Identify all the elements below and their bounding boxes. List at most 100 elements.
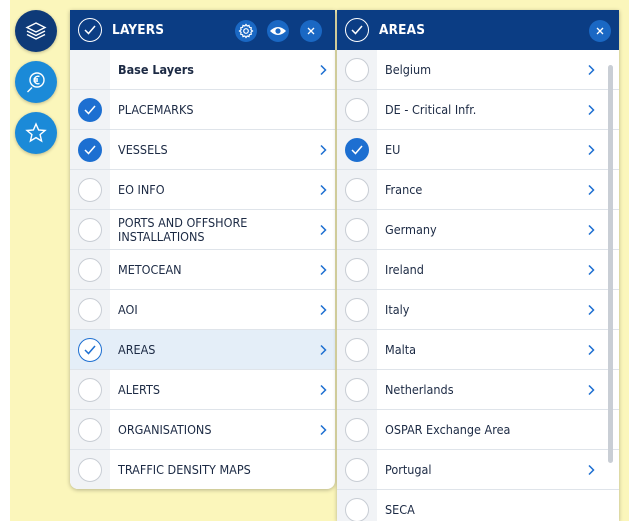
list-item[interactable]: France <box>337 170 619 210</box>
chevron-right-icon[interactable] <box>317 183 329 197</box>
layers-visibility-button[interactable] <box>267 20 289 42</box>
areas-select-all-checkbox[interactable] <box>345 18 369 42</box>
list-item[interactable]: ALERTS <box>70 370 335 410</box>
list-item[interactable]: SECA <box>337 490 619 521</box>
list-item[interactable]: OSPAR Exchange Area <box>337 410 619 450</box>
row-checkbox[interactable] <box>78 137 102 162</box>
list-item[interactable]: METOCEAN <box>70 250 335 290</box>
list-item[interactable]: AREAS <box>70 330 335 370</box>
close-icon <box>596 27 604 35</box>
list-item[interactable]: Netherlands <box>337 370 619 410</box>
chevron-right-icon[interactable] <box>585 263 597 277</box>
row-checkbox[interactable] <box>345 377 369 402</box>
chevron-right-icon[interactable] <box>317 423 329 437</box>
row-checkbox-cell <box>337 90 377 129</box>
list-item[interactable]: PLACEMARKS <box>70 90 335 130</box>
list-item[interactable]: EO INFO <box>70 170 335 210</box>
euro-search-tool-button[interactable] <box>15 61 57 103</box>
chevron-right-icon[interactable] <box>317 143 329 157</box>
list-item-label: EO INFO <box>118 181 165 197</box>
layers-settings-button[interactable] <box>235 20 257 42</box>
chevron-right-icon[interactable] <box>585 183 597 197</box>
layers-tool-button[interactable] <box>15 10 57 52</box>
row-checkbox-cell <box>337 490 377 521</box>
list-item-label: VESSELS <box>118 141 168 157</box>
list-item-label: SECA <box>385 501 415 517</box>
chevron-right-icon[interactable] <box>317 303 329 317</box>
chevron-right-icon[interactable] <box>585 103 597 117</box>
list-item[interactable]: Italy <box>337 290 619 330</box>
list-item-label: Base Layers <box>118 61 194 77</box>
row-checkbox[interactable] <box>345 297 369 322</box>
list-item[interactable]: Portugal <box>337 450 619 490</box>
row-checkbox-cell <box>70 50 110 89</box>
list-item-label: Belgium <box>385 61 432 77</box>
chevron-right-icon[interactable] <box>317 63 329 77</box>
list-item[interactable]: Belgium <box>337 50 619 90</box>
row-checkbox[interactable] <box>78 257 102 282</box>
list-item[interactable]: AOI <box>70 290 335 330</box>
list-item[interactable]: Germany <box>337 210 619 250</box>
chevron-right-icon[interactable] <box>317 383 329 397</box>
row-checkbox-cell <box>337 370 377 409</box>
list-item-label: PORTS AND OFFSHORE INSTALLATIONS <box>118 214 248 244</box>
areas-panel-header: AREAS <box>337 10 619 50</box>
list-item[interactable]: PORTS AND OFFSHORE INSTALLATIONS <box>70 210 335 250</box>
row-checkbox-cell <box>70 90 110 129</box>
row-checkbox-cell <box>337 250 377 289</box>
row-checkbox[interactable] <box>345 257 369 282</box>
chevron-right-icon[interactable] <box>585 63 597 77</box>
list-item-label: Netherlands <box>385 381 454 397</box>
row-checkbox-cell <box>337 50 377 89</box>
row-checkbox[interactable] <box>345 417 369 442</box>
list-item[interactable]: Ireland <box>337 250 619 290</box>
list-item[interactable]: Base Layers <box>70 50 335 90</box>
list-item[interactable]: VESSELS <box>70 130 335 170</box>
row-checkbox[interactable] <box>345 457 369 482</box>
row-checkbox[interactable] <box>345 97 369 122</box>
list-item[interactable]: EU <box>337 130 619 170</box>
layers-panel: LAYERS Base Layers PLACEMARKS VESSELS EO IN… <box>70 10 335 489</box>
row-checkbox[interactable] <box>345 497 369 521</box>
chevron-right-icon[interactable] <box>317 263 329 277</box>
check-icon <box>84 345 96 355</box>
row-checkbox[interactable] <box>345 217 369 242</box>
layers-list: Base Layers PLACEMARKS VESSELS EO INFO PORTS… <box>70 50 335 489</box>
row-checkbox-cell <box>337 170 377 209</box>
list-item[interactable]: ORGANISATIONS <box>70 410 335 450</box>
check-icon <box>84 145 96 155</box>
row-checkbox[interactable] <box>78 217 102 242</box>
row-checkbox[interactable] <box>345 337 369 362</box>
row-checkbox-cell <box>70 130 110 169</box>
chevron-right-icon[interactable] <box>585 303 597 317</box>
row-checkbox[interactable] <box>345 57 369 82</box>
row-checkbox[interactable] <box>78 97 102 122</box>
list-item-label: ORGANISATIONS <box>118 421 212 437</box>
row-checkbox[interactable] <box>78 377 102 402</box>
row-checkbox[interactable] <box>345 177 369 202</box>
list-item-label: OSPAR Exchange Area <box>385 421 511 437</box>
row-checkbox-cell <box>70 330 110 369</box>
row-checkbox[interactable] <box>78 337 102 362</box>
chevron-right-icon[interactable] <box>585 343 597 357</box>
chevron-right-icon[interactable] <box>585 463 597 477</box>
list-item[interactable]: DE - Critical Infr. <box>337 90 619 130</box>
row-checkbox[interactable] <box>345 137 369 162</box>
list-item-label: Germany <box>385 221 437 237</box>
areas-close-button[interactable] <box>589 20 611 42</box>
chevron-right-icon[interactable] <box>317 343 329 357</box>
row-checkbox[interactable] <box>78 417 102 442</box>
list-item[interactable]: TRAFFIC DENSITY MAPS <box>70 450 335 489</box>
layers-close-button[interactable] <box>300 20 322 42</box>
chevron-right-icon[interactable] <box>585 143 597 157</box>
layers-select-all-checkbox[interactable] <box>78 18 102 42</box>
areas-scrollbar[interactable] <box>608 65 613 463</box>
favorites-tool-button[interactable] <box>15 112 57 154</box>
chevron-right-icon[interactable] <box>317 223 329 237</box>
row-checkbox[interactable] <box>78 457 102 482</box>
chevron-right-icon[interactable] <box>585 223 597 237</box>
chevron-right-icon[interactable] <box>585 383 597 397</box>
list-item[interactable]: Malta <box>337 330 619 370</box>
row-checkbox[interactable] <box>78 177 102 202</box>
row-checkbox[interactable] <box>78 297 102 322</box>
